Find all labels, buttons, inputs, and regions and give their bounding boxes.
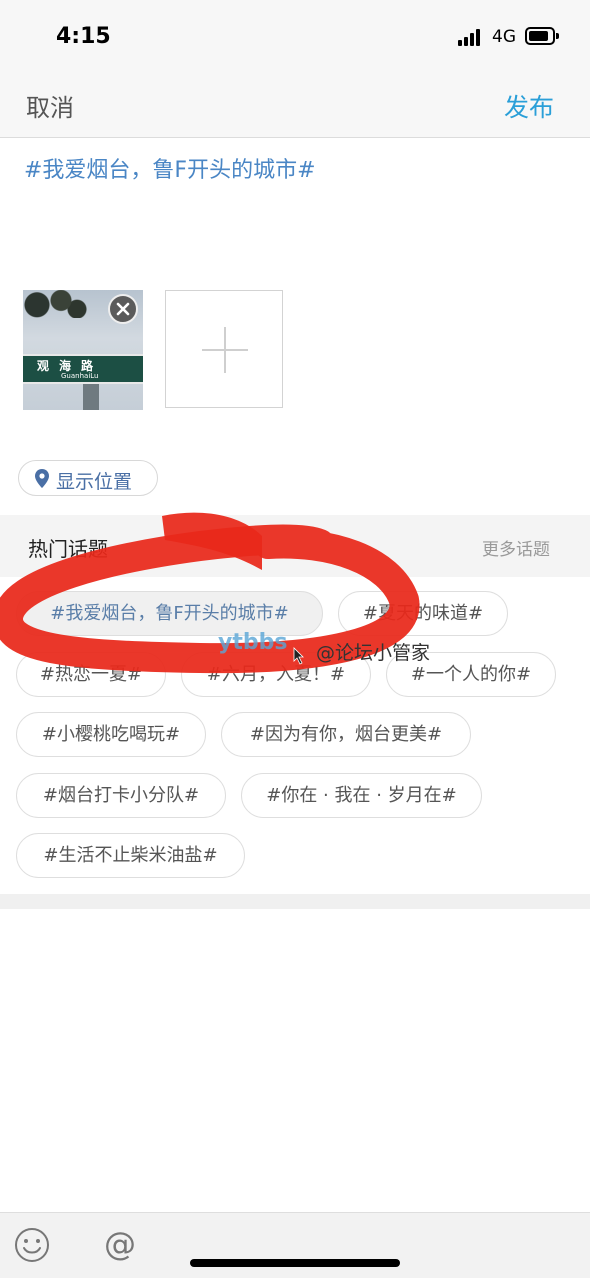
street-sign: 观海路 GuanhaiLu	[23, 354, 143, 384]
home-indicator	[190, 1259, 400, 1267]
show-location-label: 显示位置	[56, 471, 133, 493]
topic-chip[interactable]: #你在 · 我在 · 岁月在#	[241, 773, 482, 818]
cancel-button[interactable]: 取消	[26, 88, 74, 123]
photo-tree-silhouette	[23, 290, 93, 318]
cursor-icon	[293, 647, 304, 665]
status-time: 4:15	[56, 24, 111, 49]
hot-topics-title: 热门话题	[28, 537, 108, 561]
watermark-brand: ytbbs	[218, 630, 288, 655]
more-topics-link[interactable]: 更多话题	[482, 535, 550, 560]
close-icon	[116, 302, 130, 316]
at-icon[interactable]: @	[104, 1225, 136, 1263]
topic-chip[interactable]: #夏天的味道#	[338, 591, 508, 636]
emoji-icon[interactable]	[14, 1227, 50, 1263]
topic-chip[interactable]: #因为有你，烟台更美#	[221, 712, 471, 757]
add-photo-button[interactable]	[165, 290, 283, 408]
post-text-input[interactable]: #我爱烟台，鲁F开头的城市#	[24, 152, 316, 184]
topic-chip[interactable]: #烟台打卡小分队#	[16, 773, 226, 818]
publish-button[interactable]: 发布	[504, 88, 554, 124]
plus-icon	[202, 327, 248, 373]
network-type: 4G	[492, 27, 516, 47]
battery-icon	[525, 27, 559, 45]
topic-chip[interactable]: #生活不止柴米油盐#	[16, 833, 245, 878]
topic-chip[interactable]: #小樱桃吃喝玩#	[16, 712, 206, 757]
hot-topics-header: 热门话题 更多话题	[0, 515, 590, 577]
remove-photo-button[interactable]	[108, 294, 138, 324]
status-bar: 4:15 4G	[0, 0, 590, 72]
show-location-button[interactable]: 显示位置	[18, 460, 158, 496]
sign-pole	[83, 384, 99, 410]
bottom-toolbar: @	[0, 1212, 590, 1278]
section-divider	[0, 894, 590, 909]
navbar: 取消 发布	[0, 72, 590, 138]
street-sign-subtext: GuanhaiLu	[61, 372, 99, 380]
topic-chip[interactable]: #热恋一夏#	[16, 652, 166, 697]
location-pin-icon	[35, 469, 49, 488]
signal-icon	[458, 28, 484, 46]
watermark-handle: @论坛小管家	[316, 642, 431, 664]
